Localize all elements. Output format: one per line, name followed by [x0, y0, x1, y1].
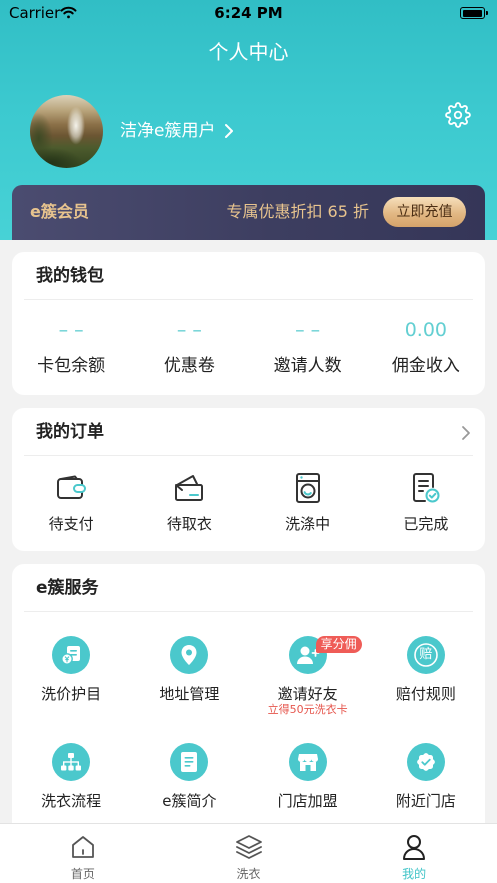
- tab-label: 首页: [70, 867, 95, 881]
- price-list-icon: [52, 636, 91, 674]
- order-item-pending-payment[interactable]: 待支付: [12, 472, 130, 534]
- compensation-icon: 赔: [406, 636, 445, 674]
- layers-icon: [235, 833, 263, 861]
- service-label: 地址管理: [159, 685, 220, 703]
- battery-icon: [460, 7, 488, 19]
- order-label: 已完成: [403, 515, 449, 533]
- chevron-right-icon: [223, 123, 235, 139]
- wallet-value: – –: [176, 319, 202, 341]
- wallet-stats: – – 卡包余额 – – 优惠卷 – – 邀请人数 0.00 佣金收入: [12, 314, 485, 378]
- person-icon: [401, 833, 427, 861]
- member-discount: 专属优惠折扣 65 折: [226, 202, 369, 221]
- service-label: 赔付规则: [395, 685, 456, 703]
- order-item-washing[interactable]: 洗涤中: [249, 472, 367, 534]
- document-icon: [170, 743, 209, 781]
- wallet-value: – –: [58, 319, 84, 341]
- wallet-title: 我的钱包: [36, 266, 104, 286]
- order-item-awaiting-pickup[interactable]: 待取衣: [130, 472, 248, 534]
- wallet-item-commission[interactable]: 0.00 佣金收入: [367, 314, 485, 378]
- divider: [24, 299, 473, 300]
- wallet-label: 卡包余额: [37, 356, 106, 376]
- document-check-icon: [411, 472, 441, 504]
- wallet-item-coupons[interactable]: – – 优惠卷: [130, 314, 248, 378]
- services-grid: 洗价护目 地址管理 享分佣 邀请好友 立得50元洗衣卡 赔 赔付规则 洗衣流程 …: [12, 624, 485, 838]
- chevron-right-icon[interactable]: [460, 425, 474, 441]
- profile-name-link[interactable]: 洁净e簇用户: [120, 120, 235, 142]
- wallet-item-invites[interactable]: – – 邀请人数: [249, 314, 367, 378]
- verified-badge-icon: [406, 743, 445, 781]
- wallet-item-card-balance[interactable]: – – 卡包余额: [12, 314, 130, 378]
- member-banner: e簇会员 专属优惠折扣 65 折 立即充值: [12, 185, 485, 240]
- wallet-icon: [55, 472, 87, 504]
- service-nearby-stores[interactable]: 附近门店: [367, 731, 485, 838]
- orders-title: 我的订单: [36, 422, 104, 442]
- wallet-value: – –: [295, 319, 321, 341]
- page-title: 个人中心: [208, 40, 289, 64]
- service-address[interactable]: 地址管理: [130, 624, 248, 731]
- order-label: 洗涤中: [285, 515, 331, 533]
- home-icon: [70, 833, 96, 861]
- avatar[interactable]: [30, 95, 103, 168]
- compensation-icon-text: 赔: [419, 647, 433, 662]
- member-title: e簇会员: [30, 202, 89, 221]
- store-icon: [288, 743, 327, 781]
- service-laundry-process[interactable]: 洗衣流程: [12, 731, 130, 838]
- service-label: 门店加盟: [277, 792, 338, 810]
- divider: [24, 455, 473, 456]
- divider: [24, 611, 473, 612]
- tab-bar: 首页 洗衣 我的: [0, 823, 497, 883]
- wallet-label: 佣金收入: [391, 356, 460, 376]
- service-store-franchise[interactable]: 门店加盟: [249, 731, 367, 838]
- services-title: e簇服务: [36, 578, 99, 598]
- service-invite-friends[interactable]: 享分佣 邀请好友 立得50元洗衣卡: [249, 624, 367, 731]
- order-status-row: 待支付 待取衣 洗涤中 已完成: [12, 472, 485, 534]
- services-card: e簇服务 洗价护目 地址管理 享分佣 邀请好友 立得50元洗衣卡 赔 赔付规则 …: [12, 564, 485, 864]
- status-bar: Carrier 6:24 PM: [0, 0, 497, 26]
- username: 洁净e簇用户: [120, 121, 216, 141]
- service-compensation-rules[interactable]: 赔 赔付规则: [367, 624, 485, 731]
- recharge-button[interactable]: 立即充值: [383, 197, 466, 227]
- gear-icon[interactable]: [445, 102, 471, 128]
- status-time: 6:24 PM: [214, 4, 283, 22]
- service-label: e簇简介: [162, 792, 217, 810]
- tab-home[interactable]: 首页: [0, 824, 166, 883]
- tab-mine[interactable]: 我的: [331, 824, 497, 883]
- wallet-value: 0.00: [404, 319, 448, 341]
- service-label: 洗价护目: [41, 685, 102, 703]
- order-label: 待取衣: [166, 515, 212, 533]
- battery-fill: [462, 9, 482, 17]
- washing-machine-icon: [295, 472, 321, 504]
- tab-label: 我的: [402, 867, 427, 881]
- invite-reward-note: 立得50元洗衣卡: [267, 703, 348, 716]
- flowchart-icon: [52, 743, 91, 781]
- order-label: 待支付: [48, 515, 94, 533]
- service-label: 洗衣流程: [41, 792, 102, 810]
- location-pin-icon: [170, 636, 209, 674]
- wallet-label: 优惠卷: [163, 356, 215, 376]
- service-label: 邀请好友: [277, 685, 338, 703]
- share-commission-badge: 享分佣: [315, 636, 362, 653]
- wallet-card: 我的钱包 – – 卡包余额 – – 优惠卷 – – 邀请人数 0.00 佣金收入: [12, 252, 485, 395]
- tab-laundry[interactable]: 洗衣: [166, 824, 332, 883]
- box-icon: [173, 472, 205, 504]
- orders-card: 我的订单 待支付 待取衣 洗涤中 已完成: [12, 408, 485, 551]
- service-price-list[interactable]: 洗价护目: [12, 624, 130, 731]
- service-introduction[interactable]: e簇简介: [130, 731, 248, 838]
- tab-label: 洗衣: [236, 867, 261, 881]
- order-item-completed[interactable]: 已完成: [367, 472, 485, 534]
- wallet-label: 邀请人数: [273, 356, 342, 376]
- service-label: 附近门店: [395, 792, 456, 810]
